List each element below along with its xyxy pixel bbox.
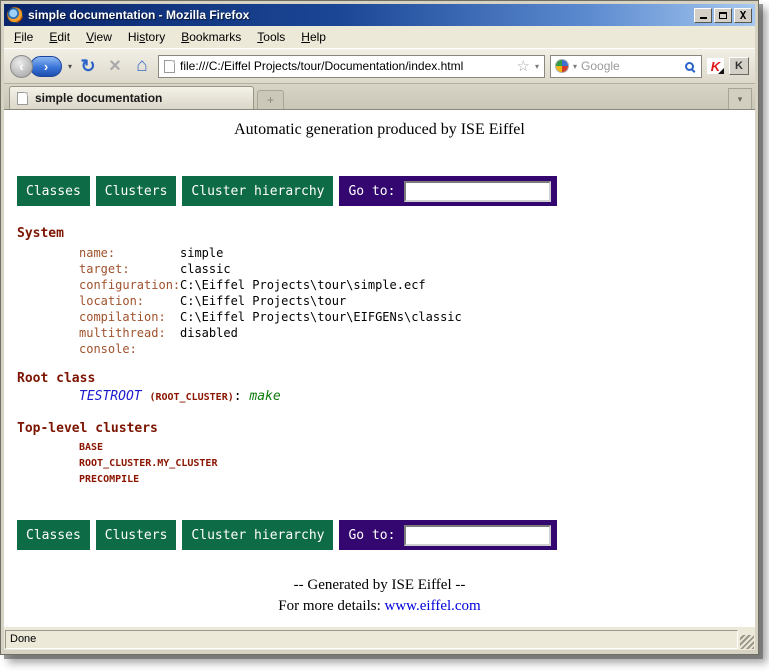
root-class-link[interactable]: TESTROOT bbox=[79, 389, 142, 404]
url-dropdown-icon[interactable]: ▾ bbox=[535, 62, 539, 71]
new-tab-button[interactable]: + bbox=[257, 90, 284, 109]
forward-button[interactable]: › bbox=[30, 56, 62, 77]
maximize-icon bbox=[719, 12, 727, 19]
tab-simple-documentation[interactable]: simple documentation bbox=[9, 86, 254, 109]
window-title: simple documentation - Mozilla Firefox bbox=[28, 8, 692, 22]
root-class-separator: : bbox=[234, 389, 242, 404]
url-text[interactable]: file:///C:/Eiffel Projects/tour/Document… bbox=[180, 59, 512, 73]
system-row-compilation: compilation: C:\Eiffel Projects\tour\EIF… bbox=[79, 309, 742, 325]
menu-bar: File Edit View History Bookmarks Tools H… bbox=[4, 26, 755, 48]
system-row-multithread: multithread: disabled bbox=[79, 325, 742, 341]
top-level-clusters-section: Top-level clusters BASE ROOT_CLUSTER.MY_… bbox=[17, 421, 742, 488]
goto-box: Go to: bbox=[339, 176, 557, 206]
root-class-heading: Root class bbox=[17, 371, 742, 387]
close-icon: X bbox=[740, 10, 747, 21]
root-class-section: Root class TESTROOT (ROOT_CLUSTER): make bbox=[17, 371, 742, 406]
back-button[interactable]: ‹ bbox=[10, 55, 33, 78]
menu-view[interactable]: View bbox=[78, 27, 120, 47]
system-row-target: target: classic bbox=[79, 261, 742, 277]
system-row-location: location: C:\Eiffel Projects\tour bbox=[79, 293, 742, 309]
menu-help[interactable]: Help bbox=[293, 27, 334, 47]
menu-bookmarks[interactable]: Bookmarks bbox=[173, 27, 249, 47]
status-bar: Done bbox=[4, 627, 755, 650]
goto-input-bottom[interactable] bbox=[404, 525, 551, 546]
tab-favicon bbox=[17, 92, 28, 105]
eiffel-com-link[interactable]: www.eiffel.com bbox=[385, 598, 481, 614]
page-favicon bbox=[164, 60, 175, 73]
top-nav-row: Classes Clusters Cluster hierarchy Go to… bbox=[17, 176, 742, 206]
search-magnifier-icon[interactable] bbox=[685, 62, 694, 71]
k-toolbar-button[interactable]: K bbox=[729, 57, 749, 75]
page-footer: -- Generated by ISE Eiffel -- For more d… bbox=[17, 575, 742, 617]
menu-edit[interactable]: Edit bbox=[41, 27, 78, 47]
goto-box-bottom: Go to: bbox=[339, 520, 557, 550]
tab-strip: simple documentation + ▾ bbox=[4, 84, 755, 110]
menu-file[interactable]: File bbox=[6, 27, 41, 47]
goto-label-bottom: Go to: bbox=[348, 528, 395, 543]
creation-procedure-link[interactable]: make bbox=[249, 389, 280, 404]
list-all-tabs-button[interactable]: ▾ bbox=[728, 88, 752, 109]
root-class-line: TESTROOT (ROOT_CLUSTER): make bbox=[79, 389, 742, 406]
cluster-link-base[interactable]: BASE bbox=[79, 440, 742, 456]
system-row-name: name: simple bbox=[79, 245, 742, 261]
title-bar: simple documentation - Mozilla Firefox X bbox=[4, 4, 755, 26]
menu-tools[interactable]: Tools bbox=[249, 27, 293, 47]
top-level-clusters-heading: Top-level clusters bbox=[17, 421, 742, 437]
stop-icon[interactable]: × bbox=[104, 56, 126, 76]
system-section: System name: simple target: classic conf… bbox=[17, 226, 742, 357]
goto-input-top[interactable] bbox=[404, 181, 551, 202]
close-button[interactable]: X bbox=[734, 8, 752, 23]
root-cluster-ref: (ROOT_CLUSTER) bbox=[149, 392, 233, 403]
home-icon[interactable]: ⌂ bbox=[131, 55, 153, 77]
classes-button[interactable]: Classes bbox=[17, 176, 90, 206]
clusters-button-bottom[interactable]: Clusters bbox=[96, 520, 177, 550]
clusters-button[interactable]: Clusters bbox=[96, 176, 177, 206]
back-arrow-icon: ‹ bbox=[19, 58, 24, 74]
navigation-toolbar: ‹ › ▾ ↻ × ⌂ file:///C:/Eiffel Projects/t… bbox=[4, 48, 755, 84]
maximize-button[interactable] bbox=[714, 8, 732, 23]
kaspersky-icon[interactable]: K bbox=[707, 58, 724, 74]
page-content: Automatic generation produced by ISE Eif… bbox=[4, 110, 755, 627]
minimize-button[interactable] bbox=[694, 8, 712, 23]
history-dropdown-icon[interactable]: ▾ bbox=[68, 62, 72, 71]
classes-button-bottom[interactable]: Classes bbox=[17, 520, 90, 550]
page-title: Automatic generation produced by ISE Eif… bbox=[17, 121, 742, 139]
search-placeholder[interactable]: Google bbox=[581, 59, 681, 73]
bottom-nav-row: Classes Clusters Cluster hierarchy Go to… bbox=[17, 520, 742, 550]
generated-by-text: -- Generated by ISE Eiffel -- bbox=[17, 575, 742, 596]
forward-arrow-icon: › bbox=[44, 59, 48, 74]
address-bar[interactable]: file:///C:/Eiffel Projects/tour/Document… bbox=[158, 55, 545, 78]
goto-label: Go to: bbox=[348, 184, 395, 199]
search-engine-dropdown-icon[interactable]: ▾ bbox=[573, 62, 577, 71]
system-row-console: console: bbox=[79, 341, 742, 357]
status-text-field: Done bbox=[5, 630, 738, 649]
cluster-hierarchy-button-bottom[interactable]: Cluster hierarchy bbox=[182, 520, 333, 550]
system-heading: System bbox=[17, 226, 742, 242]
search-box[interactable]: ▾ Google bbox=[550, 55, 702, 78]
cluster-link-precompile[interactable]: PRECOMPILE bbox=[79, 472, 742, 488]
minimize-icon bbox=[700, 16, 707, 19]
status-text: Done bbox=[10, 633, 36, 645]
cluster-link-root-cluster-my-cluster[interactable]: ROOT_CLUSTER.MY_CLUSTER bbox=[79, 456, 742, 472]
browser-window: simple documentation - Mozilla Firefox X… bbox=[0, 0, 759, 655]
cluster-hierarchy-button[interactable]: Cluster hierarchy bbox=[182, 176, 333, 206]
google-logo-icon[interactable] bbox=[555, 59, 569, 73]
reload-icon[interactable]: ↻ bbox=[77, 56, 99, 77]
firefox-icon[interactable] bbox=[7, 7, 23, 23]
tab-label: simple documentation bbox=[35, 91, 162, 105]
system-row-configuration: configuration: C:\Eiffel Projects\tour\s… bbox=[79, 277, 742, 293]
menu-history[interactable]: History bbox=[120, 27, 173, 47]
more-details-line: For more details: www.eiffel.com bbox=[17, 596, 742, 617]
bookmark-star-icon[interactable]: ☆ bbox=[517, 57, 530, 75]
resize-grip-icon[interactable] bbox=[740, 635, 754, 649]
